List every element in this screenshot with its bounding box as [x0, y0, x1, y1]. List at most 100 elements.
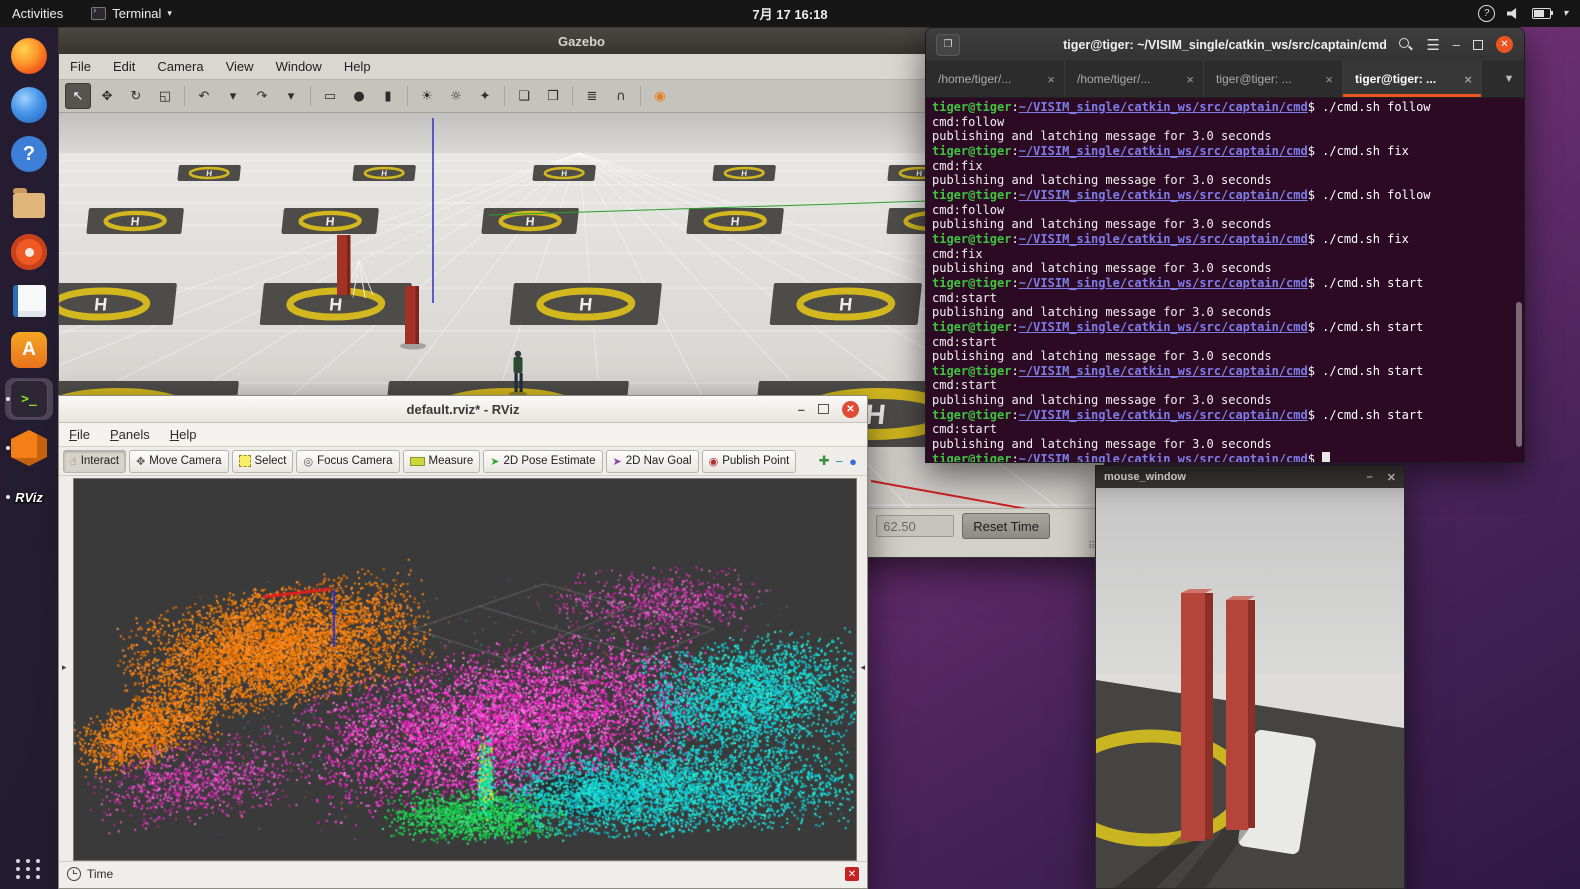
dock-item-help[interactable]: ?: [5, 133, 53, 175]
rotate-icon[interactable]: ↻: [123, 83, 149, 109]
minimize-button[interactable]: –: [798, 402, 805, 417]
time-panel-close-button[interactable]: ✕: [845, 867, 859, 881]
scale-icon[interactable]: ◱: [152, 83, 178, 109]
sphere-icon[interactable]: ●: [346, 83, 372, 109]
tool-label: 2D Nav Goal: [626, 455, 692, 467]
terminal-line: publishing and latching message for 3.0 …: [932, 349, 1524, 364]
close-icon[interactable]: ✕: [1387, 471, 1396, 484]
add-tool-icon[interactable]: ✚: [819, 453, 830, 469]
terminal-line: publishing and latching message for 3.0 …: [932, 393, 1524, 408]
rviz-3d-viewport[interactable]: [73, 478, 857, 861]
close-button[interactable]: ✕: [842, 401, 859, 418]
dock-item-software[interactable]: A: [5, 329, 53, 371]
app-menu[interactable]: Terminal ▾: [79, 0, 184, 27]
grid-dot: [16, 867, 20, 871]
menu-camera[interactable]: Camera: [146, 54, 214, 79]
menu-file[interactable]: File: [59, 425, 100, 444]
dock-item-thunderbird[interactable]: [5, 84, 53, 126]
show-applications-button[interactable]: [16, 859, 42, 879]
camera-pose-icon[interactable]: ◉: [647, 83, 673, 109]
reset-time-button[interactable]: Reset Time: [962, 513, 1050, 539]
tool-2d-pose-estimate[interactable]: ➤2D Pose Estimate: [483, 450, 602, 473]
terminal-header[interactable]: ❐ tiger@tiger: ~/VISIM_single/catkin_ws/…: [926, 28, 1524, 61]
dock-item-writer[interactable]: [5, 280, 53, 322]
minimize-button[interactable]: –: [1453, 37, 1460, 52]
writer-icon: [13, 285, 46, 317]
restore-window-icon[interactable]: ❐: [936, 34, 960, 56]
maximize-button[interactable]: [1473, 40, 1483, 50]
terminal-tab-1[interactable]: /home/tiger/...×: [926, 61, 1065, 97]
panel-collapse-left-icon[interactable]: ▸: [62, 662, 67, 673]
terminal-tab-3[interactable]: tiger@tiger: ...×: [1204, 61, 1343, 97]
paste-icon[interactable]: ❒: [540, 83, 566, 109]
mouse-window-titlebar[interactable]: mouse_window – ✕: [1096, 466, 1404, 488]
align-icon[interactable]: ≣: [579, 83, 605, 109]
grid-dot: [36, 875, 40, 879]
maximize-button[interactable]: [818, 404, 829, 414]
point-light-icon[interactable]: ☀: [414, 83, 440, 109]
undo-icon[interactable]: ↶: [191, 83, 217, 109]
menu-button[interactable]: ☰: [1426, 36, 1439, 54]
helipad-tile: H: [352, 165, 416, 181]
terminal-line: publishing and latching message for 3.0 …: [932, 437, 1524, 452]
cylinder-icon[interactable]: ▮: [375, 83, 401, 109]
menu-help[interactable]: Help: [160, 425, 207, 444]
tool-2d-nav-goal[interactable]: ➤2D Nav Goal: [606, 450, 699, 473]
dock-item-rviz[interactable]: RViz: [5, 476, 53, 518]
snap-icon[interactable]: ∩: [608, 83, 634, 109]
box-icon[interactable]: ▭: [317, 83, 343, 109]
mouse-window-viewport[interactable]: [1096, 488, 1404, 888]
help-icon[interactable]: ?: [1478, 5, 1495, 22]
tool-move-camera[interactable]: ✥Move Camera: [129, 450, 228, 473]
menu-panels[interactable]: Panels: [100, 425, 160, 444]
menu-view[interactable]: View: [215, 54, 265, 79]
terminal-line: cmd:fix: [932, 159, 1524, 174]
undo-caret-icon[interactable]: ▾: [220, 83, 246, 109]
terminal-tab-4[interactable]: tiger@tiger: ...×: [1343, 61, 1482, 97]
clock[interactable]: 7月 17 16:18: [740, 0, 839, 27]
dock-item-gazebo[interactable]: [5, 427, 53, 469]
tool-publish-point[interactable]: ◉Publish Point: [702, 450, 797, 473]
tab-close-icon[interactable]: ×: [1044, 72, 1058, 87]
tab-close-icon[interactable]: ×: [1183, 72, 1197, 87]
helipad-tile: H: [59, 283, 177, 325]
tool-focus-camera[interactable]: ◎Focus Camera: [296, 450, 399, 473]
tool-select[interactable]: Select: [232, 450, 294, 473]
arrow-select-icon[interactable]: ↖: [65, 83, 91, 109]
search-button[interactable]: [1399, 38, 1413, 52]
system-status-area[interactable]: ? ▾: [1478, 5, 1580, 22]
directional-light-icon[interactable]: ✦: [472, 83, 498, 109]
spot-light-icon[interactable]: ☼: [443, 83, 469, 109]
redo-icon[interactable]: ↷: [249, 83, 275, 109]
rviz-titlebar[interactable]: default.rviz* - RViz – ✕: [59, 396, 867, 423]
dock-item-firefox[interactable]: [5, 35, 53, 77]
redo-caret-icon[interactable]: ▾: [278, 83, 304, 109]
menu-window[interactable]: Window: [265, 54, 333, 79]
terminal-line: publishing and latching message for 3.0 …: [932, 217, 1524, 232]
dock-item-terminal[interactable]: >_: [5, 378, 53, 420]
menu-edit[interactable]: Edit: [102, 54, 146, 79]
dock-item-rhythmbox[interactable]: [5, 231, 53, 273]
tab-list-caret-button[interactable]: ▼: [1494, 61, 1524, 97]
menu-help[interactable]: Help: [333, 54, 382, 79]
dock-item-files[interactable]: [5, 182, 53, 224]
tool-interact[interactable]: ☝Interact: [63, 450, 126, 473]
tab-close-icon[interactable]: ×: [1461, 72, 1475, 87]
volume-icon: [1507, 8, 1520, 19]
panel-collapse-right-icon[interactable]: ◂: [860, 662, 865, 673]
terminal-tab-2[interactable]: /home/tiger/...×: [1065, 61, 1204, 97]
tool-measure[interactable]: Measure: [403, 450, 481, 473]
copy-icon[interactable]: ❏: [511, 83, 537, 109]
activities-button[interactable]: Activities: [0, 0, 75, 27]
translate-icon[interactable]: ✥: [94, 83, 120, 109]
remove-tool-icon[interactable]: −: [836, 453, 844, 469]
terminal-line: tiger@tiger:~/VISIM_single/catkin_ws/src…: [932, 452, 1524, 462]
terminal-body[interactable]: tiger@tiger:~/VISIM_single/catkin_ws/src…: [926, 98, 1524, 462]
tab-close-icon[interactable]: ×: [1322, 72, 1336, 87]
menu-file[interactable]: File: [59, 54, 102, 79]
views-sphere-icon[interactable]: ●: [849, 453, 857, 469]
terminal-scrollbar[interactable]: [1516, 302, 1522, 448]
minimize-icon[interactable]: –: [1367, 471, 1373, 484]
measure-icon: [410, 457, 425, 466]
close-button[interactable]: ✕: [1496, 36, 1513, 53]
